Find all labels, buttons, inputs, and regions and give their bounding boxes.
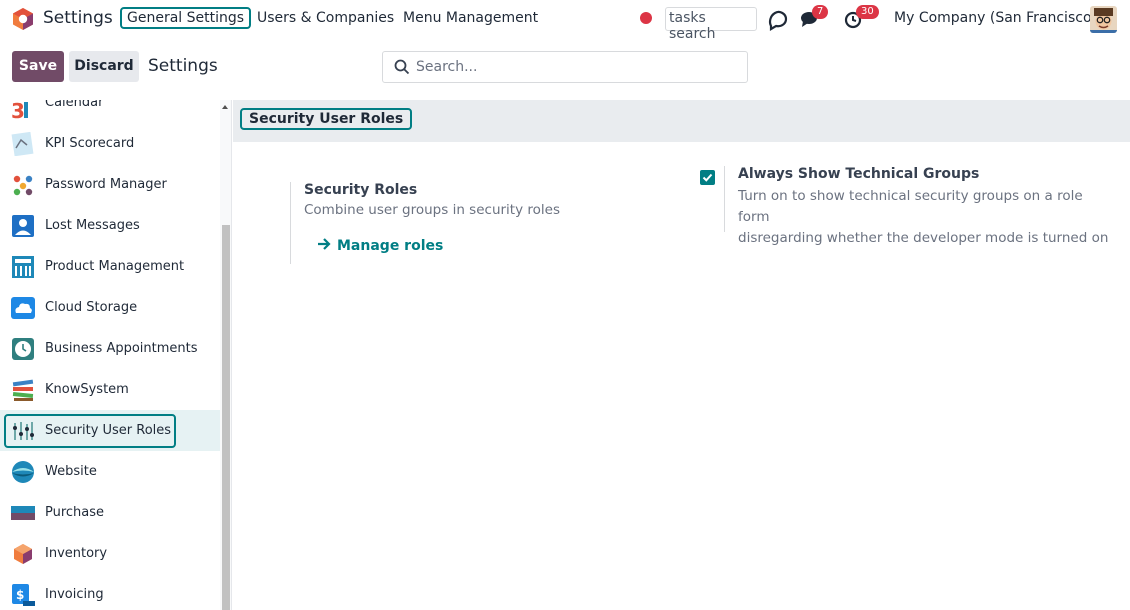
sidebar-item-calendar[interactable]: 3 Calendar [0,100,220,123]
scroll-up-arrow-icon[interactable] [222,105,228,109]
company-switcher[interactable]: My Company (San Francisco) [894,10,1097,26]
app-name[interactable]: Settings [43,8,113,28]
lost-messages-icon [12,214,34,237]
app-logo-icon[interactable] [13,8,33,30]
activities-badge: 30 [856,5,879,19]
cloud-storage-icon [11,296,35,319]
settings-content: Security User Roles Security Roles Combi… [233,100,1130,610]
section-header: Security User Roles [233,100,1130,142]
refresh-icon[interactable] [767,9,789,31]
arrow-right-icon [318,238,331,250]
sidebar-item-label: Password Manager [45,177,167,192]
website-icon [12,460,34,483]
always-show-technical-groups-checkbox[interactable] [700,170,715,185]
sidebar-item-lost-messages[interactable]: Lost Messages [0,205,220,246]
search-input[interactable] [416,57,736,77]
sidebar-item-label: Lost Messages [45,218,140,233]
security-user-roles-icon [13,421,34,440]
messages-badge: 7 [812,5,829,19]
svg-text:$: $ [16,588,24,602]
sidebar-item-label: KPI Scorecard [45,136,135,151]
top-navbar: Settings General Settings Users & Compan… [0,0,1130,42]
sidebar-item-knowsystem[interactable]: KnowSystem [0,369,220,410]
sidebar-item-label: KnowSystem [45,382,129,397]
sidebar-item-label: Business Appointments [45,341,198,356]
calendar-icon: 3 [11,100,28,120]
sidebar-item-invoicing[interactable]: $ Invoicing [0,574,220,610]
kpi-scorecard-icon [11,131,34,156]
menu-users-companies[interactable]: Users & Companies [257,10,394,26]
technical-groups-setting: Always Show Technical Groups Turn on to … [724,166,1114,246]
setting-description: Combine user groups in security roles [304,202,560,218]
breadcrumb: Settings [148,56,218,76]
knowsystem-icon [12,379,34,401]
setting-title: Security Roles [304,182,418,198]
sidebar-item-business-appointments[interactable]: Business Appointments [0,328,220,369]
settings-search[interactable] [382,51,748,83]
setting-description-line-2: disregarding whether the developer mode … [738,230,1109,246]
sidebar-item-label: Product Management [45,259,185,274]
sidebar-item-kpi-scorecard[interactable]: KPI Scorecard [0,123,220,164]
inventory-icon [14,543,32,564]
checkmark-icon [702,173,713,182]
password-manager-icon [13,175,33,195]
product-management-icon [12,255,34,278]
setting-title: Always Show Technical Groups [738,166,980,182]
business-appointments-icon [12,337,34,360]
setting-description-line-1: Turn on to show technical security group… [738,188,1083,225]
sidebar-item-inventory[interactable]: Inventory [0,533,220,574]
sidebar-item-label: Inventory [45,546,108,561]
menu-general-settings[interactable]: General Settings [120,7,252,29]
svg-text:3: 3 [11,100,25,120]
invoicing-icon: $ [12,583,35,606]
section-title: Security User Roles [240,108,413,130]
save-button[interactable]: Save [12,51,64,82]
sidebar-item-label: Cloud Storage [45,300,138,315]
manage-roles-label: Manage roles [337,238,444,254]
tasks-search-input[interactable]: tasks search [665,7,757,42]
activities-button[interactable]: 30 [844,5,879,31]
settings-sidebar: 3 Calendar KPI Scorecard Password Manage… [0,100,232,610]
sidebar-scrollbar[interactable] [220,100,231,610]
sidebar-item-cloud-storage[interactable]: Cloud Storage [0,287,220,328]
sidebar-item-label: Calendar [45,100,104,110]
search-icon [394,59,410,75]
sidebar-item-purchase[interactable]: Purchase [0,492,220,533]
sidebar-item-label: Purchase [45,505,105,520]
sidebar-item-product-management[interactable]: Product Management [0,246,220,287]
sidebar-item-label: Security User Roles [45,423,172,438]
scrollbar-thumb[interactable] [222,225,230,610]
recording-indicator-icon[interactable] [640,12,652,24]
security-roles-setting: Security Roles Combine user groups in se… [290,182,620,264]
sidebar-item-label: Invoicing [45,587,104,602]
user-avatar[interactable] [1090,6,1117,33]
sidebar-item-security-user-roles[interactable]: Security User Roles [0,410,220,451]
discard-button[interactable]: Discard [69,51,139,82]
control-panel: Save Discard Settings [0,38,1130,96]
sidebar-item-password-manager[interactable]: Password Manager [0,164,220,205]
menu-menu-management[interactable]: Menu Management [403,10,538,26]
sidebar-item-website[interactable]: Website [0,451,220,492]
purchase-icon [11,505,35,520]
manage-roles-link[interactable]: Manage roles [317,238,443,254]
messages-button[interactable]: 7 [800,5,829,31]
sidebar-item-label: Website [45,464,97,479]
